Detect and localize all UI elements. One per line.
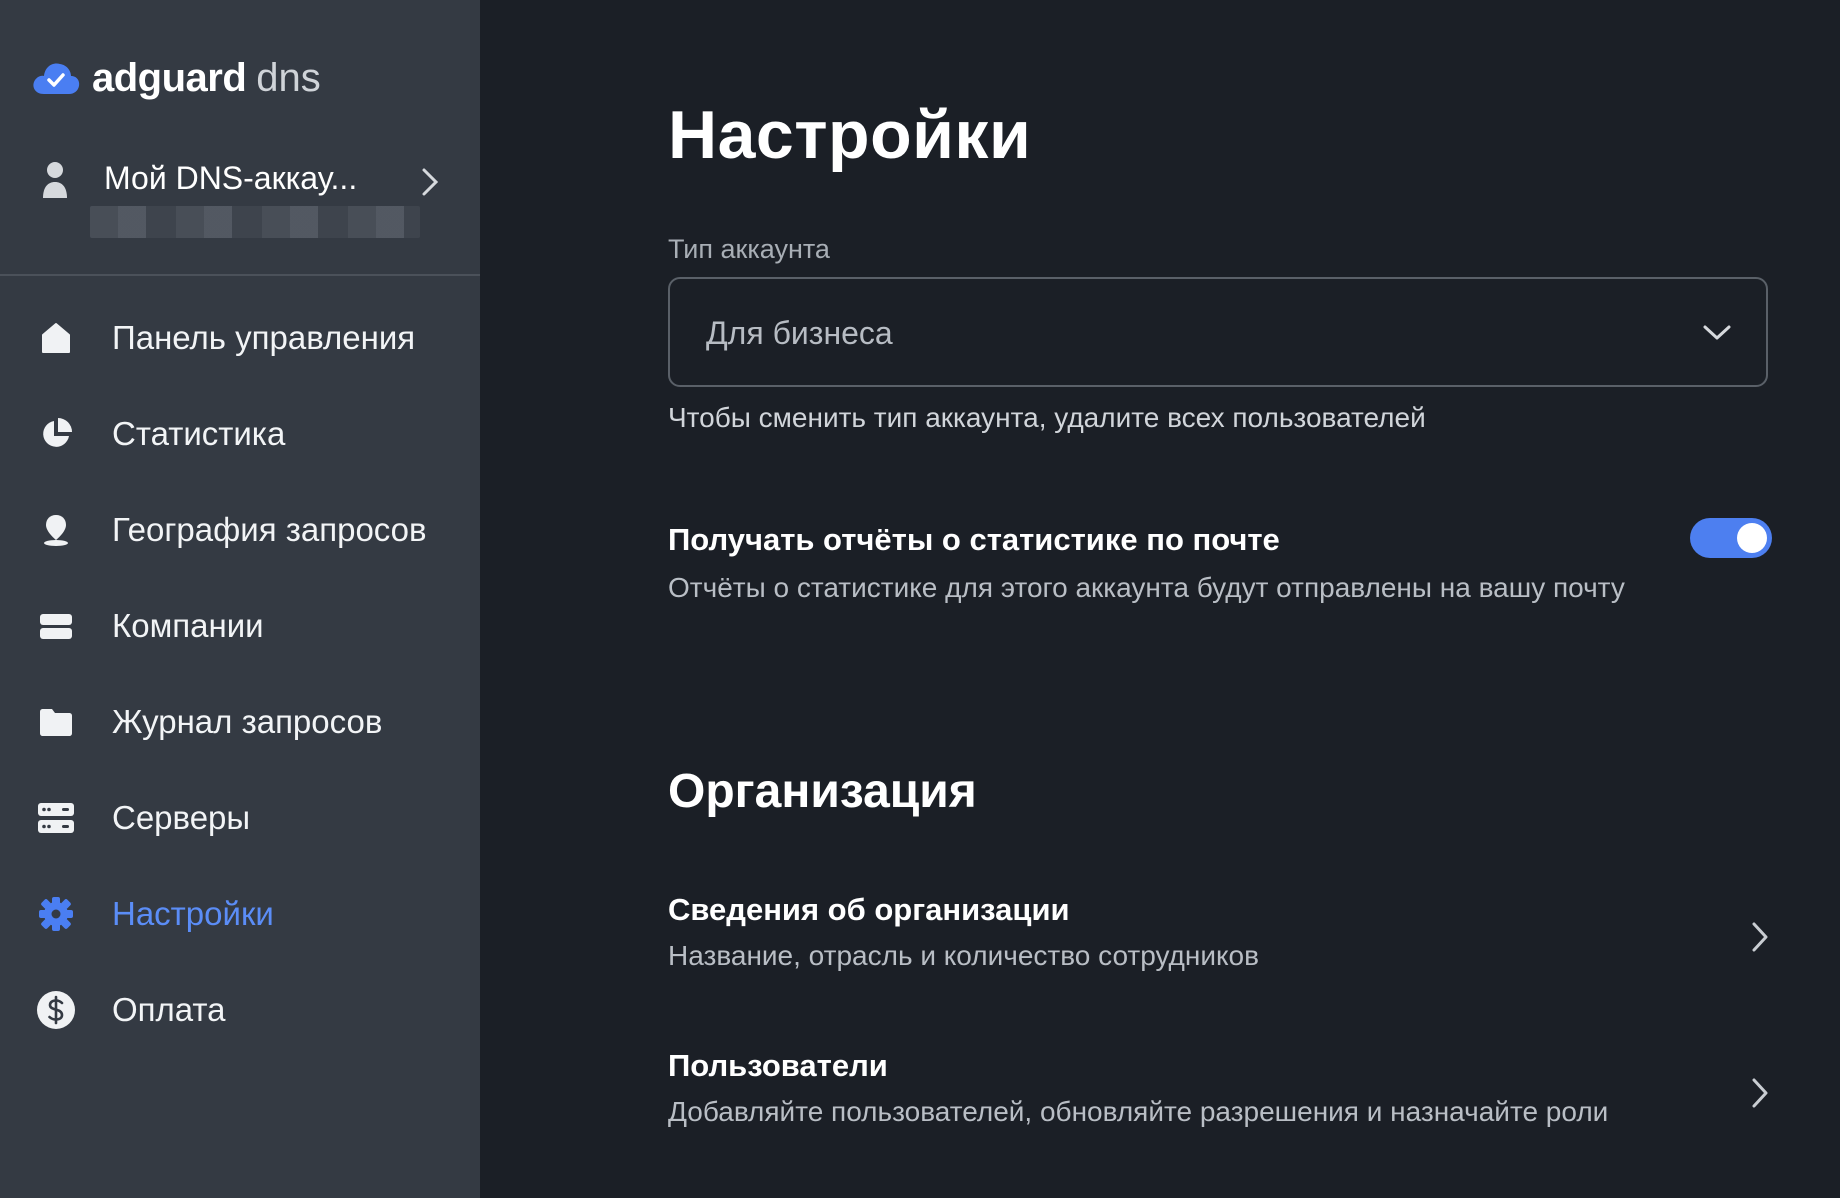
home-icon — [36, 318, 76, 358]
sidebar-item-label: Статистика — [112, 415, 286, 452]
sidebar-item-settings[interactable]: Настройки — [0, 866, 480, 962]
company-icon — [36, 606, 76, 646]
pie-chart-icon — [36, 414, 76, 454]
chevron-right-icon — [422, 168, 439, 196]
organization-details-title: Сведения об организации — [668, 892, 1070, 927]
sidebar-item-query-log[interactable]: Журнал запросов — [0, 674, 480, 770]
sidebar-item-label: Настройки — [112, 895, 274, 932]
users-title: Пользователи — [668, 1048, 888, 1083]
sidebar-item-label: Журнал запросов — [112, 703, 383, 740]
account-type-select[interactable]: Для бизнеса — [668, 277, 1768, 387]
organization-section-title: Организация — [668, 765, 977, 818]
brand-name: adguard — [92, 55, 247, 100]
account-name: Мой DNS-аккау... — [104, 160, 358, 196]
users-row[interactable]: Пользователи Добавляйте пользователей, о… — [668, 1048, 1778, 1168]
sidebar-item-label: Оплата — [112, 991, 226, 1028]
page-title: Настройки — [668, 97, 1032, 173]
organization-details-description: Название, отрасль и количество сотрудник… — [668, 940, 1260, 971]
folder-icon — [36, 702, 76, 742]
settings-main: Настройки Тип аккаунта Для бизнеса Чтобы… — [480, 0, 1840, 1198]
sidebar-item-billing[interactable]: Оплата — [0, 962, 480, 1058]
sidebar-item-label: Компании — [112, 607, 264, 644]
email-reports-toggle[interactable] — [1690, 518, 1772, 558]
sidebar-item-query-geography[interactable]: География запросов — [0, 482, 480, 578]
logo[interactable]: adguard dns — [30, 50, 321, 106]
organization-details-row[interactable]: Сведения об организации Название, отрасл… — [668, 892, 1778, 1012]
email-reports-description: Отчёты о статистике для этого аккаунта б… — [668, 572, 1625, 603]
cloud-logo-icon — [33, 63, 80, 94]
sidebar-item-label: География запросов — [112, 511, 427, 548]
servers-icon — [36, 798, 76, 838]
chevron-right-icon — [1752, 1078, 1768, 1108]
brand-product: dns — [256, 55, 321, 100]
user-icon — [43, 162, 67, 198]
account-switcher[interactable]: Мой DNS-аккау... — [30, 150, 450, 250]
sidebar-item-label: Серверы — [112, 799, 251, 836]
chevron-right-icon — [1752, 922, 1768, 952]
email-reports-title: Получать отчёты о статистике по почте — [668, 522, 1280, 557]
account-email-redacted — [90, 206, 420, 238]
sidebar-item-companies[interactable]: Компании — [0, 578, 480, 674]
sidebar-divider — [0, 274, 480, 276]
location-pin-icon — [36, 510, 76, 550]
sidebar-item-dashboard[interactable]: Панель управления — [0, 290, 480, 386]
account-type-label: Тип аккаунта — [668, 234, 830, 264]
sidebar-item-servers[interactable]: Серверы — [0, 770, 480, 866]
toggle-knob — [1737, 523, 1767, 553]
sidebar: adguard dns Мой DNS-аккау... Панель упра… — [0, 0, 480, 1198]
sidebar-nav: Панель управления Статистика География з… — [0, 290, 480, 1058]
chevron-down-icon — [1703, 325, 1731, 340]
gear-icon — [36, 894, 76, 934]
sidebar-item-statistics[interactable]: Статистика — [0, 386, 480, 482]
dollar-icon — [36, 990, 76, 1030]
account-type-value: Для бизнеса — [706, 315, 893, 351]
account-type-hint: Чтобы сменить тип аккаунта, удалите всех… — [668, 402, 1426, 433]
sidebar-item-label: Панель управления — [112, 319, 416, 356]
users-description: Добавляйте пользователей, обновляйте раз… — [668, 1096, 1609, 1127]
